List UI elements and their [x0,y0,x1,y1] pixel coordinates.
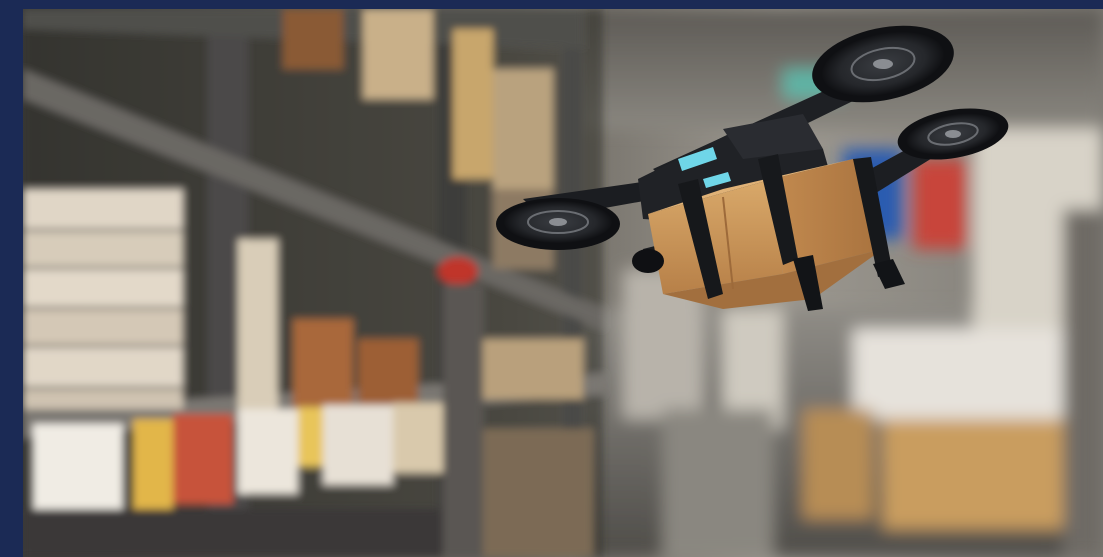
warehouse-photo [23,9,1103,557]
left-shelving [23,9,603,557]
rotor-bottom-left [632,249,664,273]
rotor-left [496,198,620,250]
image-frame [0,0,1103,557]
